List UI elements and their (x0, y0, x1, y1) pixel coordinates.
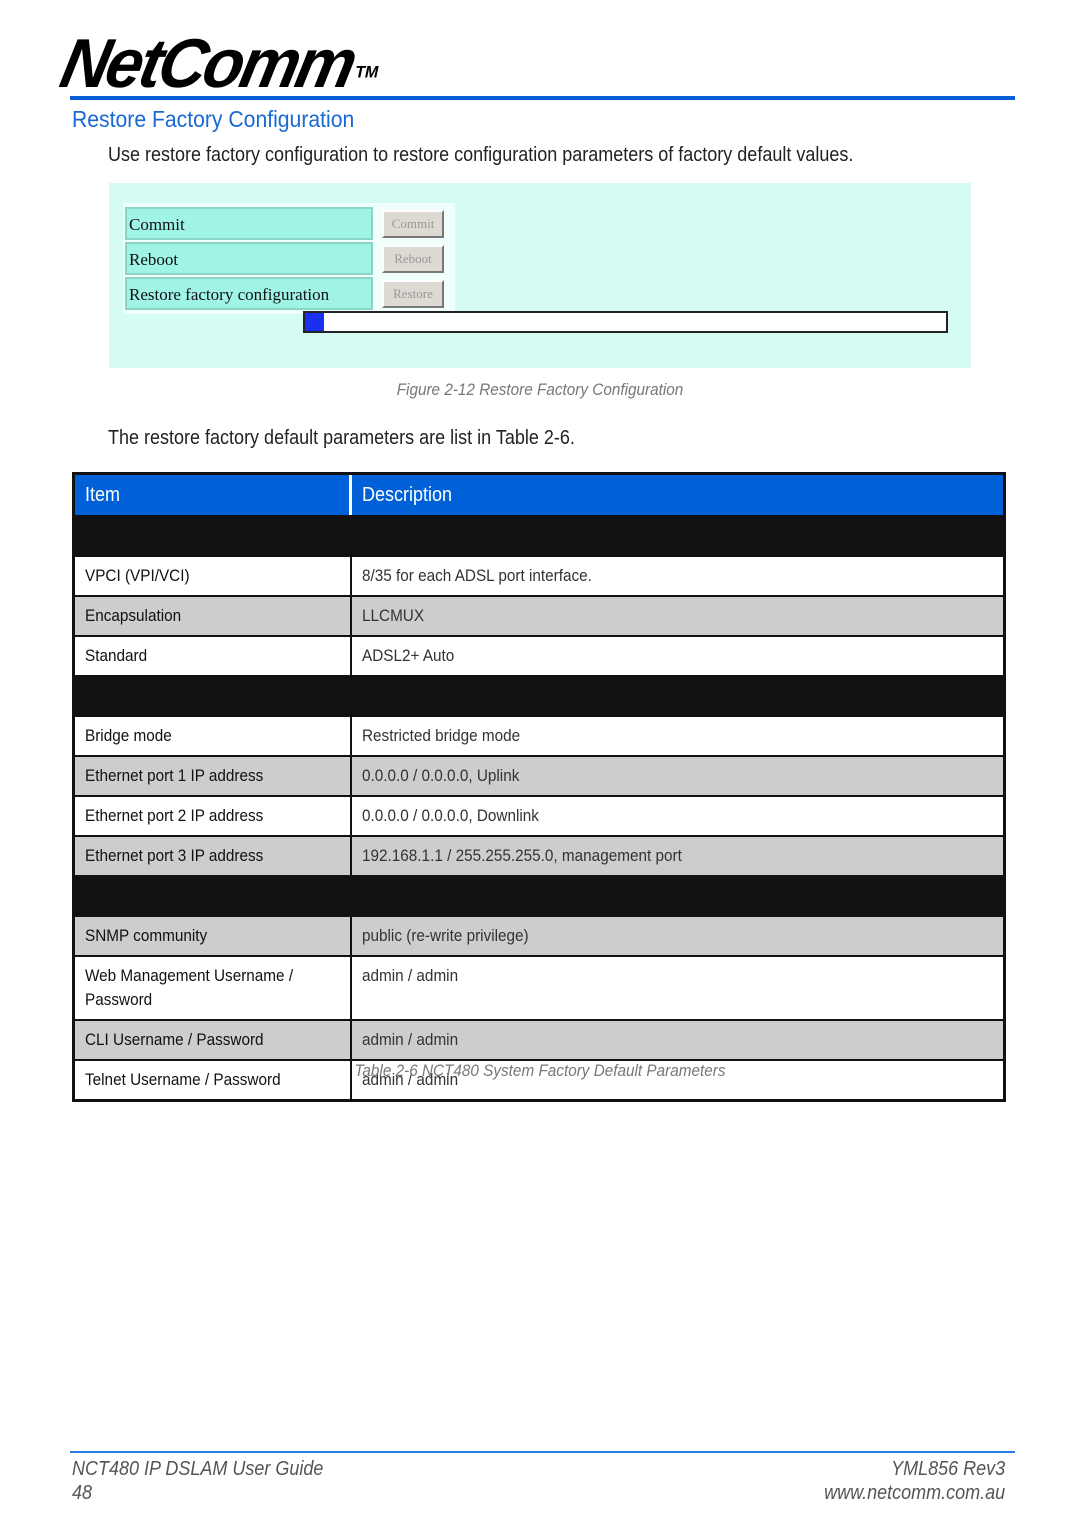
form-row-reboot: Reboot Reboot (125, 242, 453, 275)
restore-button[interactable]: Restore (382, 279, 444, 308)
table-row: SNMP community public (re-write privilege… (75, 917, 1003, 957)
commit-button[interactable]: Commit (382, 209, 444, 238)
section-label: Bridge Layer and Ethernet IP (85, 686, 283, 705)
item-cell: SNMP community (75, 917, 352, 955)
footer-rule (70, 1451, 1015, 1453)
table-section-row: ADSL Layer (75, 517, 1003, 557)
description-cell: public (re-write privilege) (362, 926, 529, 945)
table-section-row: Bridge Layer and Ethernet IP (75, 677, 1003, 717)
description-cell: 192.168.1.1 / 255.255.255.0, management … (362, 846, 682, 865)
logo-text: NetComm (54, 23, 362, 102)
form-label: Reboot (125, 242, 373, 275)
description-cell: admin / admin (362, 966, 459, 985)
item-cell: Ethernet port 3 IP address (75, 837, 352, 875)
factory-defaults-table: Item Description ADSL Layer VPCI (VPI/VCI… (72, 472, 1006, 1102)
footer-right: YML856 Rev3 www.netcomm.com.au (824, 1457, 1005, 1505)
table-intro: The restore factory default parameters a… (108, 427, 575, 449)
description-cell: 8/35 for each ADSL port interface. (362, 566, 592, 585)
form-row-commit: Commit Commit (125, 207, 453, 240)
section-title: Restore Factory Configuration (72, 106, 355, 132)
description-cell: LLCMUX (362, 606, 425, 625)
header-rule (70, 96, 1015, 100)
item-cell: VPCI (VPI/VCI) (75, 557, 352, 595)
form-label: Commit (125, 207, 373, 240)
reboot-button[interactable]: Reboot (382, 244, 444, 273)
intro-paragraph: Use restore factory configuration to res… (108, 144, 854, 166)
table-row: Ethernet port 1 IP address 0.0.0.0 / 0.0.… (75, 757, 1003, 797)
item-cell: Ethernet port 1 IP address (75, 757, 352, 795)
table-row: Web Management Username / Password admin … (75, 957, 1003, 1021)
table-row: Ethernet port 3 IP address 192.168.1.1 / … (75, 837, 1003, 877)
item-cell: Encapsulation (75, 597, 352, 635)
table-row: Encapsulation LLCMUX (75, 597, 1003, 637)
item-cell: Ethernet port 2 IP address (75, 797, 352, 835)
netcomm-logo: NetCommTM (54, 24, 388, 102)
description-cell: ADSL2+ Auto (362, 646, 455, 665)
progress-fill (305, 313, 325, 331)
form-label: Restore factory configuration (125, 277, 373, 310)
description-cell: 0.0.0.0 / 0.0.0.0, Downlink (362, 806, 539, 825)
table-row: VPCI (VPI/VCI) 8/35 for each ADSL port in… (75, 557, 1003, 597)
guide-title: NCT480 IP DSLAM User Guide (72, 1458, 324, 1480)
table-row: CLI Username / Password admin / admin (75, 1021, 1003, 1061)
footer-left: NCT480 IP DSLAM User Guide 48 (72, 1457, 323, 1505)
item-cell: Standard (75, 637, 352, 675)
item-cell: Bridge mode (75, 717, 352, 755)
restore-progress-bar (303, 311, 948, 333)
figure-caption: Figure 2-12 Restore Factory Configuratio… (396, 380, 684, 399)
column-header-item: Item (75, 475, 352, 515)
description-cell: admin / admin (362, 1030, 459, 1049)
doc-id: YML856 Rev3 (890, 1458, 1005, 1480)
table-row: Bridge mode Restricted bridge mode (75, 717, 1003, 757)
trademark-mark: TM (353, 63, 381, 82)
section-label: Management (85, 886, 175, 905)
section-label: ADSL Layer (85, 526, 167, 545)
item-cell: CLI Username / Password (75, 1021, 352, 1059)
table-row: Ethernet port 2 IP address 0.0.0.0 / 0.0.… (75, 797, 1003, 837)
table-section-row: Management (75, 877, 1003, 917)
maintenance-form: Commit Commit Reboot Reboot Restore fact… (123, 203, 455, 314)
item-cell: Web Management Username / Password (75, 957, 352, 1019)
table-row: Standard ADSL2+ Auto (75, 637, 1003, 677)
form-row-restore: Restore factory configuration Restore (125, 277, 453, 310)
website-link[interactable]: www.netcomm.com.au (824, 1481, 1005, 1505)
table-caption: Table 2-6 NCT480 System Factory Default … (354, 1061, 726, 1080)
figure-restore-factory-config: Commit Commit Reboot Reboot Restore fact… (109, 183, 971, 368)
table-header-row: Item Description (75, 475, 1003, 517)
page-number: 48 (72, 1482, 93, 1504)
description-cell: Restricted bridge mode (362, 726, 521, 745)
description-cell: 0.0.0.0 / 0.0.0.0, Uplink (362, 766, 520, 785)
column-header-description: Description (362, 484, 453, 506)
